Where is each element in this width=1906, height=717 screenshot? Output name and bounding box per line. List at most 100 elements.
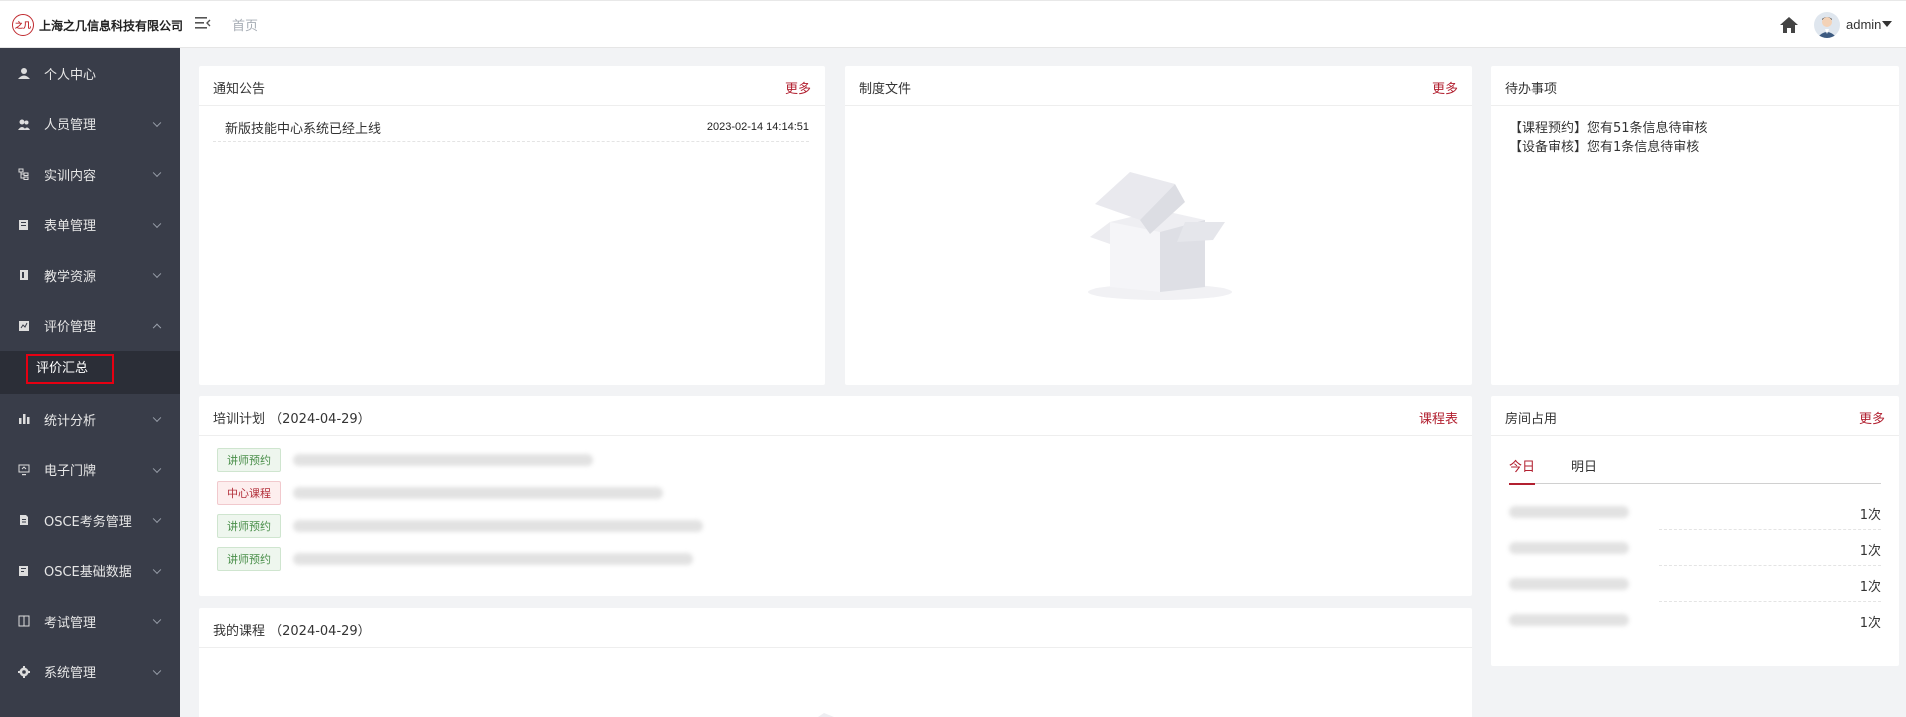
room-count: 1次 bbox=[1859, 616, 1881, 631]
form-icon bbox=[18, 219, 30, 231]
sidebar-item-label: 统计分析 bbox=[44, 413, 97, 429]
tab-indicator bbox=[1509, 483, 1535, 485]
card-title: 制度文件 bbox=[859, 82, 912, 97]
menu-toggle-icon[interactable] bbox=[194, 15, 212, 31]
day-tabs: 今日 明日 bbox=[1509, 454, 1881, 485]
sidebar-item-osce-data[interactable]: OSCE基础数据 bbox=[0, 546, 180, 597]
empty-box-icon bbox=[818, 713, 834, 717]
card-title: 培训计划 （2024-04-29） bbox=[213, 412, 371, 427]
chevron-down-icon bbox=[152, 565, 162, 574]
sidebar-item-evaluation[interactable]: 评价管理 bbox=[0, 301, 180, 352]
card-header: 我的课程 （2024-04-29） bbox=[199, 608, 1472, 648]
sidebar-item-label: 个人中心 bbox=[44, 67, 97, 83]
sidebar-item-training[interactable]: 实训内容 bbox=[0, 149, 180, 200]
card-header: 制度文件 更多 bbox=[845, 66, 1472, 106]
tab-today[interactable]: 今日 bbox=[1509, 456, 1535, 475]
redacted-text bbox=[1509, 506, 1629, 518]
redacted-text bbox=[293, 553, 693, 565]
sidebar-item-label: 考试管理 bbox=[44, 615, 97, 631]
tag-badge: 讲师预约 bbox=[217, 514, 281, 538]
chevron-down-icon bbox=[152, 514, 162, 524]
chevron-down-icon[interactable] bbox=[1882, 21, 1892, 27]
list-item[interactable]: 讲师预约 bbox=[217, 448, 593, 472]
list-item[interactable]: 1次 bbox=[1509, 494, 1881, 530]
more-link[interactable]: 更多 bbox=[1432, 78, 1458, 97]
list-item[interactable]: 1次 bbox=[1509, 530, 1881, 566]
sidebar-submenu: 评价汇总 bbox=[0, 351, 180, 394]
book-icon bbox=[18, 269, 30, 281]
empty-box-icon bbox=[1088, 172, 1232, 300]
logo-mark: 之几 bbox=[12, 14, 34, 36]
notice-title[interactable]: 新版技能中心系统已经上线 bbox=[225, 118, 381, 137]
chevron-down-icon bbox=[152, 413, 162, 423]
my-course-card: 我的课程 （2024-04-29） bbox=[199, 608, 1472, 717]
card-title: 我的课程 （2024-04-29） bbox=[213, 624, 371, 639]
evaluate-icon bbox=[18, 320, 30, 332]
redacted-text bbox=[293, 454, 593, 466]
notice-card: 通知公告 更多 新版技能中心系统已经上线 2023-02-14 14:14:51 bbox=[199, 66, 825, 385]
todo-card: 待办事项 【课程预约】您有51条信息待审核 【设备审核】您有1条信息待审核 bbox=[1491, 66, 1899, 385]
chevron-down-icon bbox=[152, 615, 162, 625]
list-item[interactable]: 讲师预约 bbox=[217, 514, 703, 538]
chevron-down-icon bbox=[152, 464, 162, 473]
list-item[interactable]: 1次 bbox=[1509, 566, 1881, 602]
sidebar-item-resources[interactable]: 教学资源 bbox=[0, 250, 180, 301]
sidebar-item-label: 电子门牌 bbox=[44, 464, 97, 480]
card-header: 通知公告 更多 bbox=[199, 66, 825, 106]
todo-item[interactable]: 【设备审核】您有1条信息待审核 bbox=[1509, 136, 1699, 155]
company-logo[interactable]: 之几 上海之几信息科技有限公司 bbox=[12, 13, 183, 37]
schedule-link[interactable]: 课程表 bbox=[1419, 408, 1458, 427]
room-count: 1次 bbox=[1859, 580, 1881, 595]
chevron-up-icon bbox=[152, 323, 162, 332]
breadcrumb-home[interactable]: 首页 bbox=[232, 15, 258, 34]
room-count: 1次 bbox=[1859, 544, 1881, 559]
chevron-down-icon bbox=[152, 666, 162, 675]
card-title: 待办事项 bbox=[1505, 82, 1558, 97]
room-count: 1次 bbox=[1859, 508, 1881, 523]
exam-icon bbox=[18, 615, 30, 627]
sidebar-item-staff[interactable]: 人员管理 bbox=[0, 99, 180, 150]
sidebar-item-doorplate[interactable]: 电子门牌 bbox=[0, 445, 180, 496]
more-link[interactable]: 更多 bbox=[785, 78, 811, 97]
tag-badge: 中心课程 bbox=[217, 481, 281, 505]
tab-tomorrow[interactable]: 明日 bbox=[1571, 456, 1597, 475]
user-name[interactable]: admin bbox=[1846, 17, 1881, 32]
sidebar-item-label: 实训内容 bbox=[44, 168, 97, 184]
chevron-down-icon bbox=[152, 219, 162, 228]
sidebar-subitem-evaluation-summary[interactable]: 评价汇总 bbox=[26, 354, 114, 384]
sidebar-item-label: 系统管理 bbox=[44, 666, 97, 682]
list-item[interactable]: 中心课程 bbox=[217, 481, 663, 505]
data-icon bbox=[18, 565, 30, 577]
users-icon bbox=[18, 118, 30, 130]
chevron-down-icon bbox=[152, 168, 162, 178]
sidebar-item-label: 教学资源 bbox=[44, 269, 97, 285]
list-item[interactable]: 讲师预约 bbox=[217, 547, 693, 571]
room-card: 房间占用 更多 今日 明日 1次 1次 1次 1次 bbox=[1491, 396, 1899, 666]
tag-badge: 讲师预约 bbox=[217, 547, 281, 571]
sidebar-item-exam[interactable]: 考试管理 bbox=[0, 596, 180, 647]
training-plan-card: 培训计划 （2024-04-29） 课程表 讲师预约 中心课程 讲师预约 讲师预… bbox=[199, 396, 1472, 596]
card-title: 通知公告 bbox=[213, 82, 266, 97]
redacted-text bbox=[293, 520, 703, 532]
sidebar-item-system[interactable]: 系统管理 bbox=[0, 647, 180, 698]
user-avatar[interactable] bbox=[1814, 12, 1840, 38]
card-header: 待办事项 bbox=[1491, 66, 1899, 106]
sidebar-item-label: 人员管理 bbox=[44, 118, 97, 134]
redacted-text bbox=[1509, 578, 1629, 590]
sidebar-item-statistics[interactable]: 统计分析 bbox=[0, 394, 180, 445]
bar-chart-icon bbox=[18, 413, 30, 425]
monitor-icon bbox=[18, 464, 30, 476]
tree-icon bbox=[18, 168, 30, 181]
home-icon[interactable] bbox=[1778, 14, 1800, 36]
sidebar-item-personal[interactable]: 个人中心 bbox=[0, 48, 180, 99]
list-item[interactable]: 新版技能中心系统已经上线 2023-02-14 14:14:51 bbox=[213, 116, 809, 142]
sidebar-item-forms[interactable]: 表单管理 bbox=[0, 200, 180, 251]
list-item[interactable]: 1次 bbox=[1509, 602, 1881, 638]
todo-item[interactable]: 【课程预约】您有51条信息待审核 bbox=[1509, 117, 1708, 136]
user-icon bbox=[18, 67, 30, 80]
chevron-down-icon bbox=[152, 269, 162, 279]
sidebar-item-osce-exam[interactable]: OSCE考务管理 bbox=[0, 495, 180, 546]
card-header: 培训计划 （2024-04-29） 课程表 bbox=[199, 396, 1472, 436]
sidebar-item-label: OSCE基础数据 bbox=[44, 565, 132, 581]
more-link[interactable]: 更多 bbox=[1859, 408, 1885, 427]
